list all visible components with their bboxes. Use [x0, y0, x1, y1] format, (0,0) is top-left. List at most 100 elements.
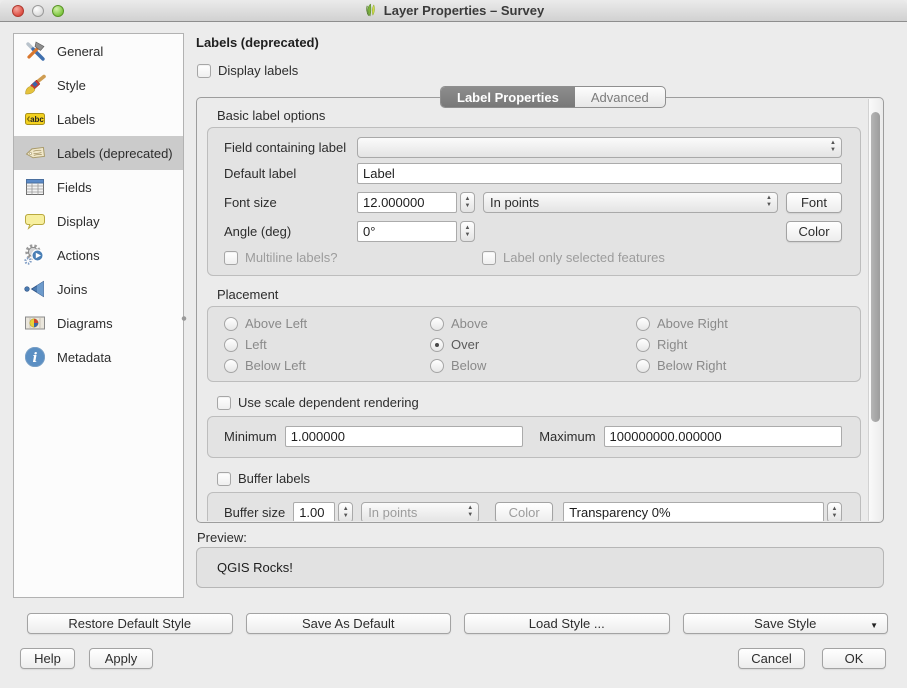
multiline-labels-row: Multiline labels? [224, 250, 482, 265]
buffer-groupbox: Buffer size 1.00 ▲▼ In points ▲▼ Color T… [207, 492, 861, 521]
radio-icon [636, 317, 650, 331]
save-style-button[interactable]: Save Style ▼ [683, 613, 889, 634]
buffer-transparency-stepper[interactable]: ▲▼ [827, 502, 842, 521]
scale-dependent-row: Use scale dependent rendering [217, 395, 867, 410]
sidebar-item-joins[interactable]: Joins [14, 272, 183, 306]
field-containing-label-select[interactable]: ▲▼ [357, 137, 842, 158]
vertical-scrollbar[interactable] [868, 99, 882, 521]
font-size-stepper[interactable]: ▲▼ [460, 192, 475, 213]
minimum-input[interactable]: 1.000000 [285, 426, 523, 447]
label-only-selected-checkbox[interactable] [482, 251, 496, 265]
label-only-selected-row: Label only selected features [482, 250, 665, 265]
angle-input[interactable]: 0° [357, 221, 457, 242]
sidebar-item-actions[interactable]: Actions [14, 238, 183, 272]
sidebar-item-label: Labels (deprecated) [57, 146, 173, 161]
sidebar-item-label: Actions [57, 248, 100, 263]
scale-dependent-checkbox[interactable] [217, 396, 231, 410]
basic-options-group-title: Basic label options [217, 108, 867, 123]
sidebar-item-label: General [57, 44, 103, 59]
sidebar-item-labels-deprecated[interactable]: Labels (deprecated) [14, 136, 183, 170]
tab-bar: Label Properties Advanced [440, 86, 666, 108]
sidebar-item-display[interactable]: Display [14, 204, 183, 238]
placement-left[interactable]: Left [224, 337, 430, 352]
buffer-transparency-input[interactable]: Transparency 0% [563, 502, 824, 521]
apply-button[interactable]: Apply [89, 648, 153, 669]
sidebar-item-label: Display [57, 214, 100, 229]
field-containing-label-label: Field containing label [224, 140, 357, 155]
multiline-labels-checkbox[interactable] [224, 251, 238, 265]
font-size-input[interactable]: 12.000000 [357, 192, 457, 213]
placement-above-left[interactable]: Above Left [224, 316, 430, 331]
restore-default-style-button[interactable]: Restore Default Style [27, 613, 233, 634]
placement-below-left[interactable]: Below Left [224, 358, 430, 373]
display-labels-checkbox[interactable] [197, 64, 211, 78]
combo-arrows-icon: ▲▼ [467, 505, 473, 519]
sidebar-item-labels[interactable]: abc Labels [14, 102, 183, 136]
radio-selected-icon [430, 338, 444, 352]
angle-stepper[interactable]: ▲▼ [460, 221, 475, 242]
scale-dependent-label: Use scale dependent rendering [238, 395, 419, 410]
sidebar-item-metadata[interactable]: i Metadata [14, 340, 183, 374]
color-button[interactable]: Color [786, 221, 842, 242]
radio-icon [224, 317, 238, 331]
maximum-input[interactable]: 100000000.000000 [604, 426, 842, 447]
buffer-size-stepper[interactable]: ▲▼ [338, 502, 353, 521]
label-only-selected-label: Label only selected features [503, 250, 665, 265]
svg-text:abc: abc [30, 115, 44, 124]
scrollbar-thumb[interactable] [871, 112, 880, 422]
sidebar-item-diagrams[interactable]: Diagrams [14, 306, 183, 340]
radio-icon [636, 338, 650, 352]
sidebar: General Style abc Labels [13, 33, 184, 598]
font-size-label: Font size [224, 195, 357, 210]
placement-above-right[interactable]: Above Right [636, 316, 842, 331]
buffer-size-input[interactable]: 1.00 [293, 502, 335, 521]
cancel-button[interactable]: Cancel [738, 648, 805, 669]
qgis-icon [363, 3, 378, 18]
tab-label-properties[interactable]: Label Properties [441, 87, 575, 107]
sidebar-item-general[interactable]: General [14, 34, 183, 68]
diagram-icon [23, 311, 47, 335]
title-bar[interactable]: Layer Properties – Survey [0, 0, 907, 22]
font-size-unit-select[interactable]: In points ▲▼ [483, 192, 778, 213]
page-title: Labels (deprecated) [196, 35, 319, 50]
placement-groupbox: Above Left Above Above Right Left Over R… [207, 306, 861, 382]
placement-below[interactable]: Below [430, 358, 636, 373]
radio-icon [224, 359, 238, 373]
buffer-labels-checkbox[interactable] [217, 472, 231, 486]
buffer-unit-select[interactable]: In points ▲▼ [361, 502, 479, 521]
default-label-input[interactable]: Label [357, 163, 842, 184]
sidebar-item-fields[interactable]: Fields [14, 170, 183, 204]
sidebar-item-label: Metadata [57, 350, 111, 365]
minimize-button[interactable] [32, 5, 44, 17]
save-as-default-button[interactable]: Save As Default [246, 613, 452, 634]
speech-bubble-icon [23, 209, 47, 233]
table-icon [23, 175, 47, 199]
tab-advanced[interactable]: Advanced [575, 87, 665, 107]
placement-over[interactable]: Over [430, 337, 636, 352]
sidebar-item-style[interactable]: Style [14, 68, 183, 102]
close-button[interactable] [12, 5, 24, 17]
radio-icon [430, 359, 444, 373]
sidebar-item-label: Fields [57, 180, 92, 195]
splitter-handle[interactable] [181, 314, 187, 323]
info-icon: i [23, 345, 47, 369]
preview-label: Preview: [197, 530, 247, 545]
placement-below-right[interactable]: Below Right [636, 358, 842, 373]
help-button[interactable]: Help [20, 648, 75, 669]
save-style-menu-arrow-icon[interactable]: ▼ [870, 621, 878, 630]
font-button[interactable]: Font [786, 192, 842, 213]
zoom-button[interactable] [52, 5, 64, 17]
scroll-content: Basic label options Field containing lab… [197, 98, 867, 521]
ok-button[interactable]: OK [822, 648, 886, 669]
tools-icon [23, 39, 47, 63]
multiline-labels-label: Multiline labels? [245, 250, 338, 265]
load-style-button[interactable]: Load Style ... [464, 613, 670, 634]
buffer-color-button[interactable]: Color [495, 502, 553, 521]
placement-above[interactable]: Above [430, 316, 636, 331]
sidebar-item-label: Labels [57, 112, 95, 127]
buffer-labels-row: Buffer labels [217, 471, 867, 486]
placement-right[interactable]: Right [636, 337, 842, 352]
style-buttons-row: Restore Default Style Save As Default Lo… [27, 613, 888, 634]
radio-icon [636, 359, 650, 373]
sidebar-item-label: Style [57, 78, 86, 93]
